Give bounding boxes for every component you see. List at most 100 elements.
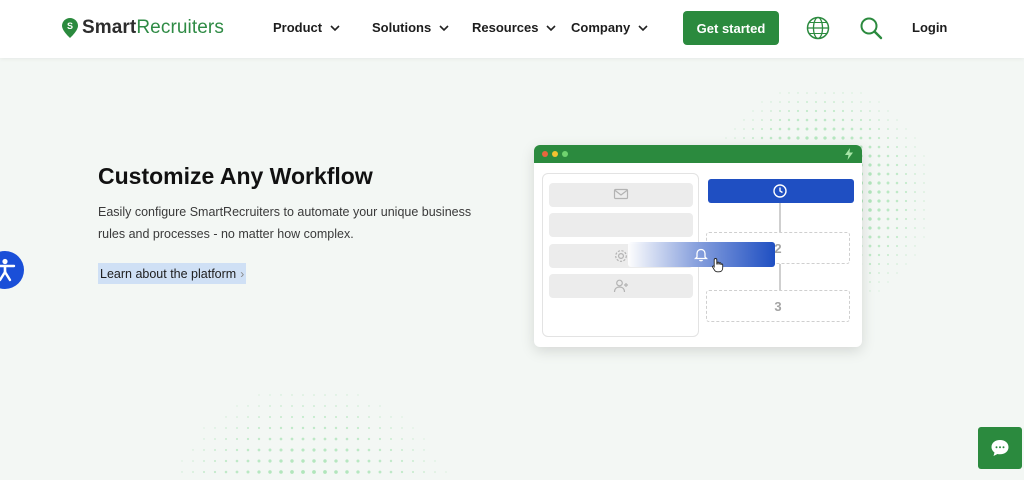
decorative-dot xyxy=(302,394,304,396)
decorative-dot xyxy=(841,118,845,122)
decorative-dot xyxy=(806,101,808,103)
decorative-dot xyxy=(895,181,899,185)
decorative-dot xyxy=(323,426,327,430)
decorative-dot xyxy=(877,208,881,212)
decorative-dot xyxy=(246,459,250,463)
decorative-dot xyxy=(423,449,425,451)
decorative-dot xyxy=(269,394,271,396)
site-header: S SmartRecruiters Product Solutions Reso… xyxy=(0,0,1024,58)
decorative-dot xyxy=(379,405,381,407)
logo[interactable]: S SmartRecruiters xyxy=(62,16,224,40)
decorative-dot xyxy=(914,182,916,184)
decorative-dot xyxy=(868,145,872,149)
decorative-dot xyxy=(886,163,890,167)
decorative-dot xyxy=(301,448,305,452)
decorative-dot xyxy=(301,459,305,463)
decorative-dot xyxy=(246,437,250,441)
decorative-dot xyxy=(769,127,773,131)
decorative-dot xyxy=(778,118,782,122)
decorative-dot xyxy=(246,448,250,452)
decorative-dot xyxy=(192,449,194,451)
decorative-dot xyxy=(357,394,359,396)
decorative-dot xyxy=(806,92,808,94)
decorative-dot xyxy=(896,119,898,121)
accessibility-button[interactable] xyxy=(0,251,24,289)
decorative-dot xyxy=(877,199,881,203)
chat-button[interactable] xyxy=(978,427,1022,469)
logo-text: SmartRecruiters xyxy=(82,17,224,38)
nav-company[interactable]: Company xyxy=(571,20,648,35)
decorative-dot xyxy=(779,110,781,112)
get-started-button[interactable]: Get started xyxy=(683,11,779,45)
decorative-dot xyxy=(378,459,382,463)
decorative-dot xyxy=(345,448,349,452)
decorative-dot xyxy=(323,470,327,474)
decorative-dot xyxy=(290,459,294,463)
decorative-dot xyxy=(868,190,872,194)
decorative-dot xyxy=(258,405,260,407)
decorative-dot xyxy=(778,127,782,131)
decorative-dot xyxy=(796,109,800,113)
decorative-dot xyxy=(367,448,371,452)
decorative-dot xyxy=(895,217,899,221)
decorative-dot xyxy=(291,394,293,396)
decorative-dot xyxy=(860,92,862,94)
decorative-dot xyxy=(868,226,872,230)
decorative-dot xyxy=(389,459,393,463)
decorative-dot xyxy=(797,101,799,103)
decorative-dot xyxy=(797,92,799,94)
decorative-dot xyxy=(895,226,899,230)
decorative-dot xyxy=(833,101,835,103)
decorative-dot xyxy=(869,101,871,103)
decorative-dot xyxy=(886,208,890,212)
decorative-dot xyxy=(378,448,382,452)
decorative-dot xyxy=(390,416,392,418)
decorative-dot xyxy=(905,245,907,247)
window-dot-green xyxy=(562,151,568,157)
decorative-dot xyxy=(203,438,205,440)
decorative-dot xyxy=(904,217,908,221)
decorative-dot xyxy=(778,136,782,140)
learn-about-platform-link[interactable]: Learn about the platform › xyxy=(98,263,247,284)
decorative-dot xyxy=(895,145,899,149)
decorative-dot xyxy=(860,101,862,103)
decorative-dot xyxy=(850,136,854,140)
decorative-dot xyxy=(895,190,899,194)
decorative-dot xyxy=(301,437,305,441)
decorative-dot xyxy=(390,438,392,440)
workflow-step-3: 3 xyxy=(706,290,850,322)
decorative-dot xyxy=(788,101,790,103)
decorative-dot xyxy=(886,190,890,194)
nav-resources[interactable]: Resources xyxy=(472,20,557,35)
decorative-dot xyxy=(877,226,881,230)
decorative-dot xyxy=(743,119,745,121)
login-link[interactable]: Login xyxy=(912,20,947,35)
decorative-dot xyxy=(877,127,881,131)
decorative-dot xyxy=(334,437,338,441)
decorative-dot xyxy=(323,437,327,441)
nav-solutions[interactable]: Solutions xyxy=(372,20,449,35)
decorative-dot xyxy=(203,460,205,462)
decorative-dot xyxy=(752,128,754,130)
decorative-dot xyxy=(401,438,403,440)
search-icon[interactable] xyxy=(858,15,884,41)
decorative-dot xyxy=(257,437,261,441)
decorative-dot xyxy=(345,470,349,474)
decorative-dot xyxy=(832,118,836,122)
decorative-dot xyxy=(868,172,872,176)
add-user-icon xyxy=(613,279,628,293)
decorative-dot xyxy=(895,154,899,158)
globe-icon[interactable] xyxy=(805,15,831,41)
decorative-dot xyxy=(823,136,827,140)
decorative-dot xyxy=(860,110,862,112)
decorative-dot xyxy=(246,470,250,474)
window-titlebar xyxy=(534,145,862,163)
nav-product[interactable]: Product xyxy=(273,20,340,35)
decorative-dot xyxy=(887,272,889,274)
decorative-dot xyxy=(815,101,817,103)
decorative-dot xyxy=(761,110,763,112)
decorative-dot xyxy=(312,459,316,463)
decorative-dot xyxy=(280,394,282,396)
decorative-dot xyxy=(312,426,316,430)
decorative-dot xyxy=(389,470,393,474)
